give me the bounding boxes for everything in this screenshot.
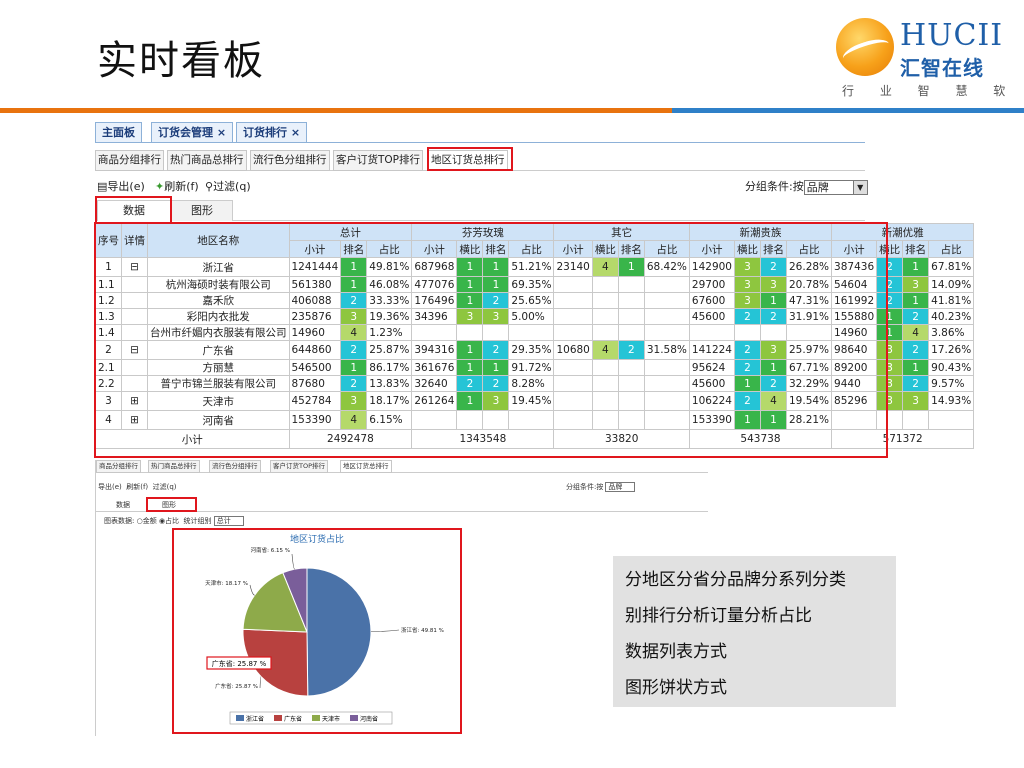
note-line-4: 图形饼状方式 bbox=[625, 678, 727, 698]
table-cell: 1 bbox=[902, 359, 930, 376]
app-screenshot-data: 主面板 订货会管理 × 订货排行 × 商品分组排行 热门商品总排行 流行色分组排… bbox=[95, 120, 975, 449]
note-line-3: 数据列表方式 bbox=[625, 642, 727, 662]
table-cell bbox=[902, 410, 930, 430]
table-cell: 1 bbox=[902, 257, 930, 277]
group-condition: 分组条件:按 品牌 ▼ bbox=[745, 178, 868, 195]
tab-order-ranking[interactable]: 订货排行 × bbox=[236, 122, 308, 142]
table-cell: 2 bbox=[902, 375, 930, 392]
view-tabs: 数据 图形 bbox=[95, 198, 865, 221]
refresh-button[interactable]: ✦刷新(f) bbox=[155, 178, 199, 194]
small-subtab-customer-top[interactable]: 客户订货TOP排行 bbox=[270, 460, 329, 473]
legend-label-0[interactable]: 浙江省 bbox=[246, 715, 264, 723]
group-select[interactable]: 品牌 ▼ bbox=[803, 179, 868, 195]
table-cell: 3 bbox=[902, 276, 930, 293]
legend-label-2[interactable]: 天津市 bbox=[322, 715, 340, 723]
table-cell: 4 bbox=[902, 324, 930, 341]
legend-swatch-1 bbox=[274, 715, 282, 721]
table-cell: 2 bbox=[902, 308, 930, 325]
small-group-select[interactable]: 品牌 bbox=[605, 482, 636, 492]
radio-amount[interactable]: ○金额 bbox=[137, 517, 157, 525]
chart-options: 图表数据: ○金额 ◉占比 统计组别 总计 bbox=[104, 516, 244, 526]
table-cell: 14.93% bbox=[928, 391, 975, 411]
small-toolbar: 导出(e) 刷新(f) 过滤(q) bbox=[98, 482, 177, 492]
pie-label-3: 河南省: 6.15 % bbox=[251, 546, 290, 554]
legend-swatch-2 bbox=[312, 715, 320, 721]
sub-brand4-3: 占比 bbox=[928, 240, 975, 258]
table-cell: 14.09% bbox=[928, 276, 975, 293]
pie-leader-line bbox=[291, 553, 295, 570]
highlight-data-tab bbox=[95, 196, 172, 224]
logo-tagline: 行 业 智 慧 软 件 bbox=[842, 84, 1024, 98]
table-cell: 40.23% bbox=[928, 308, 975, 325]
chevron-down-icon: ▼ bbox=[852, 180, 867, 194]
small-subtab-product-group[interactable]: 商品分组排行 bbox=[96, 460, 141, 473]
tab-order-meeting[interactable]: 订货会管理 × bbox=[151, 122, 234, 142]
tab-chart-view[interactable]: 图形 bbox=[171, 200, 233, 221]
legend-swatch-3 bbox=[350, 715, 358, 721]
logo-cn: 汇智在线 bbox=[900, 56, 984, 80]
divider-blue bbox=[672, 108, 1024, 113]
company-logo: HUCII 汇智在线 行 业 智 慧 软 件 bbox=[836, 12, 1024, 98]
small-refresh-button[interactable]: 刷新(f) bbox=[126, 483, 148, 491]
small-subtab-region[interactable]: 地区订货总排行 bbox=[340, 460, 392, 473]
highlight-table bbox=[94, 222, 888, 458]
table-cell: 17.26% bbox=[928, 340, 975, 360]
slide-title: 实时看板 bbox=[97, 38, 265, 84]
table-cell: 1 bbox=[902, 292, 930, 309]
export-button[interactable]: ▤导出(e) bbox=[97, 178, 145, 194]
table-cell bbox=[928, 410, 975, 430]
small-tab-data[interactable]: 数据 bbox=[116, 500, 130, 510]
highlight-region-subtab bbox=[427, 147, 513, 171]
divider-orange bbox=[0, 108, 672, 113]
table-cell: 2 bbox=[902, 340, 930, 360]
table-cell: 9.57% bbox=[928, 375, 975, 392]
table-cell: 90.43% bbox=[928, 359, 975, 376]
export-icon: ▤ bbox=[97, 180, 108, 193]
chart-title: 地区订货占比 bbox=[290, 533, 344, 545]
pie-leader-line bbox=[259, 676, 262, 689]
logo-en: HUCII bbox=[900, 18, 1004, 53]
small-subtab-hot-product[interactable]: 热门商品总排行 bbox=[148, 460, 200, 473]
tab-main[interactable]: 主面板 bbox=[95, 122, 142, 142]
table-cell: 3.86% bbox=[928, 324, 975, 341]
small-filter-button[interactable]: 过滤(q) bbox=[153, 483, 177, 491]
sub-brand4-2: 排名 bbox=[902, 240, 930, 258]
table-cell: 41.81% bbox=[928, 292, 975, 309]
pie-leader-line bbox=[370, 629, 400, 632]
pie-slice-0[interactable] bbox=[306, 567, 372, 697]
stat-group-select[interactable]: 总计 bbox=[213, 516, 244, 526]
small-subtabs: 商品分组排行 热门商品总排行 流行色分组排行 客户订货TOP排行 地区订货总排行 bbox=[96, 460, 708, 473]
legend-swatch-0 bbox=[236, 715, 244, 721]
description-note: 分地区分省分品牌分系列分类 别排行分析订量分析占比 数据列表方式 图形饼状方式 bbox=[613, 556, 896, 707]
subtab-product-group[interactable]: 商品分组排行 bbox=[95, 150, 164, 171]
legend-label-3[interactable]: 河南省 bbox=[360, 715, 378, 723]
highlight-label: 广东省: 25.87 % bbox=[212, 659, 267, 668]
subtab-customer-top[interactable]: 客户订货TOP排行 bbox=[333, 150, 424, 171]
pie-chart-panel: 地区订货占比 浙江省: 49.81 % 广东省: 25.87 % 天津市: 18.1… bbox=[172, 528, 462, 734]
refresh-icon: ✦ bbox=[155, 180, 165, 193]
small-export-button[interactable]: 导出(e) bbox=[98, 483, 122, 491]
small-group-condition: 分组条件:按 品牌 bbox=[566, 482, 636, 492]
filter-icon: ⚲ bbox=[205, 180, 214, 193]
highlight-chart-tab bbox=[146, 497, 197, 512]
pie-chart: 地区订货占比 浙江省: 49.81 % 广东省: 25.87 % 天津市: 18.1… bbox=[205, 533, 444, 725]
pie-label-2: 天津市: 18.17 % bbox=[205, 579, 248, 587]
main-tabs: 主面板 订货会管理 × 订货排行 × bbox=[95, 120, 865, 143]
subtab-hot-product[interactable]: 热门商品总排行 bbox=[167, 150, 247, 171]
table-cell: 3 bbox=[902, 391, 930, 411]
subtab-color-group[interactable]: 流行色分组排行 bbox=[250, 150, 330, 171]
note-line-1: 分地区分省分品牌分系列分类 bbox=[625, 570, 846, 590]
logo-orb-icon bbox=[836, 18, 894, 76]
pie-leader-line bbox=[249, 584, 255, 596]
pie-label-0: 浙江省: 49.81 % bbox=[401, 626, 444, 634]
table-cell: 67.81% bbox=[928, 257, 975, 277]
legend-label-1[interactable]: 广东省 bbox=[284, 715, 302, 723]
filter-button[interactable]: ⚲过滤(q) bbox=[205, 178, 251, 194]
small-subtab-color-group[interactable]: 流行色分组排行 bbox=[209, 460, 261, 473]
pie-label-1: 广东省: 25.87 % bbox=[215, 682, 258, 690]
note-line-2: 别排行分析订量分析占比 bbox=[625, 606, 812, 626]
radio-ratio[interactable]: ◉占比 bbox=[159, 517, 179, 525]
toolbar: ▤导出(e) ✦刷新(f) ⚲过滤(q) 分组条件:按 品牌 ▼ bbox=[95, 176, 868, 195]
